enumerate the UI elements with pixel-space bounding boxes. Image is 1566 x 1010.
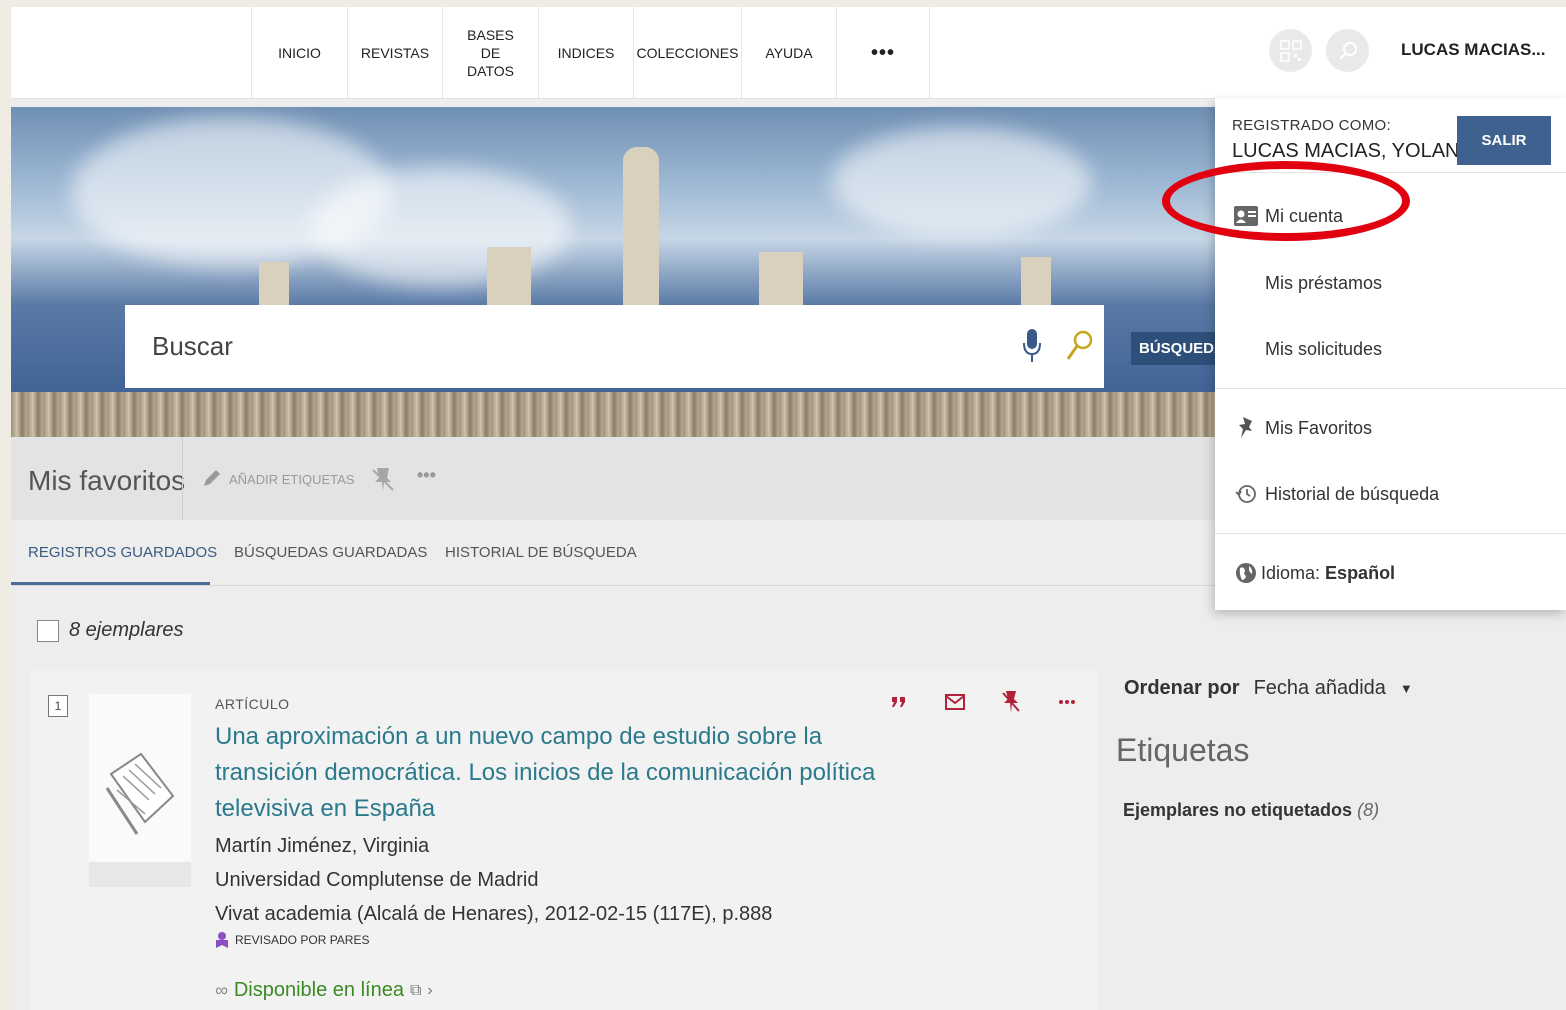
registered-user-name: LUCAS MACIAS, YOLANDA <box>1232 140 1488 162</box>
quote-icon <box>892 697 905 707</box>
menu-item-label: Mis préstamos <box>1265 272 1383 293</box>
cloud-decoration <box>311 167 571 287</box>
nav-ayuda[interactable]: AYUDA <box>741 7 836 99</box>
page-title: Mis favoritos <box>28 465 186 496</box>
logout-button[interactable]: SALIR <box>1457 116 1551 165</box>
nav-indices[interactable]: INDICES <box>538 7 633 99</box>
menu-item-label: Historial de búsqueda <box>1265 483 1440 504</box>
history-icon <box>1233 482 1259 506</box>
tags-heading: Etiquetas <box>1116 732 1250 768</box>
email-button[interactable] <box>927 687 983 717</box>
record-actions <box>871 687 1095 717</box>
sort-label: Ordenar por <box>1124 677 1240 699</box>
statue-image <box>623 147 659 317</box>
cloud-decoration <box>831 127 1091 237</box>
chevron-right-icon: › <box>427 981 433 999</box>
record-number: 1 <box>48 695 68 717</box>
results-count: 8 ejemplares <box>69 619 184 641</box>
top-navigation-bar: INICIO REVISTAS BASES DE DATOS INDICES C… <box>11 7 1566 99</box>
link-icon: ∞ <box>215 980 228 1000</box>
select-all-row: 8 ejemplares <box>37 619 184 642</box>
record-title-link[interactable]: Una aproximación a un nuevo campo de est… <box>215 719 895 827</box>
nav-revistas[interactable]: REVISTAS <box>347 7 442 99</box>
divider <box>182 437 183 520</box>
document-icon <box>105 752 175 835</box>
language-setting: Idioma: Español <box>1261 563 1395 584</box>
search-input[interactable]: Buscar <box>125 305 1104 388</box>
untagged-count: (8) <box>1357 800 1380 820</box>
nav-colecciones[interactable]: COLECCIONES <box>633 7 741 99</box>
globe-icon <box>1233 561 1259 585</box>
caret-down-icon: ▼ <box>1399 681 1413 696</box>
unpin-icon <box>1002 691 1020 713</box>
page: INICIO REVISTAS BASES DE DATOS INDICES C… <box>11 7 1566 1010</box>
untagged-filter-link[interactable]: Ejemplares no etiquetados (8) <box>1123 800 1379 821</box>
email-icon <box>945 694 965 710</box>
favorites-more-button[interactable]: ••• <box>417 465 436 486</box>
peer-reviewed-label: REVISADO POR PARES <box>235 933 370 947</box>
highlight-annotation-oval <box>1162 161 1410 241</box>
record-source: Vivat academia (Alcalá de Henares), 2012… <box>215 903 773 925</box>
sort-value: Fecha añadida <box>1253 677 1386 699</box>
nav-more-button[interactable]: ••• <box>836 7 930 99</box>
record-author: Martín Jiménez, Virginia <box>215 835 430 857</box>
record-more-button[interactable] <box>1039 687 1095 717</box>
search-placeholder: Buscar <box>152 331 233 361</box>
qr-code-icon[interactable] <box>1269 29 1312 72</box>
more-dots-icon <box>1059 700 1075 704</box>
nav-inicio[interactable]: INICIO <box>251 7 347 99</box>
menu-item-label: Mis solicitudes <box>1265 338 1383 359</box>
menu-item-my-favorites[interactable]: Mis Favoritos <box>1215 398 1566 458</box>
user-menu-button[interactable]: LUCAS MACIAS... <box>1401 40 1546 60</box>
record-publisher: Universidad Complutense de Madrid <box>215 869 539 891</box>
record-type: ARTÍCULO <box>215 696 290 712</box>
untagged-label: Ejemplares no etiquetados <box>1123 800 1353 820</box>
external-link-icon: ⧉ <box>409 981 422 999</box>
menu-item-label: Mis Favoritos <box>1265 417 1373 438</box>
microphone-icon[interactable] <box>1022 328 1042 364</box>
nav-bases-de-datos[interactable]: BASES DE DATOS <box>442 7 538 99</box>
menu-item-my-loans[interactable]: Mis préstamos <box>1215 253 1566 313</box>
select-all-checkbox[interactable] <box>37 619 59 642</box>
add-tags-label: AÑADIR ETIQUETAS <box>229 471 355 487</box>
peer-reviewed-badge: REVISADO POR PARES <box>215 931 369 949</box>
menu-item-language[interactable]: Idioma: Español <box>1215 543 1566 603</box>
result-card: 1 ARTÍCULO Una aproximación a un nuevo c… <box>31 669 1097 1010</box>
pin-icon <box>1233 416 1259 440</box>
menu-item-my-requests[interactable]: Mis solicitudes <box>1215 319 1566 379</box>
availability-link[interactable]: ∞ Disponible en línea ⧉ › <box>215 979 433 1002</box>
active-tab-indicator <box>11 582 210 585</box>
menu-divider <box>1215 533 1566 534</box>
menu-item-search-history[interactable]: Historial de búsqueda <box>1215 464 1566 524</box>
main-nav: INICIO REVISTAS BASES DE DATOS INDICES C… <box>251 7 930 99</box>
tab-saved-records[interactable]: REGISTROS GUARDADOS <box>28 544 217 561</box>
registered-as-label: REGISTRADO COMO: <box>1232 117 1391 134</box>
record-thumbnail <box>89 694 191 887</box>
cite-button[interactable] <box>871 687 927 717</box>
tab-search-history[interactable]: HISTORIAL DE BÚSQUEDA <box>445 544 637 561</box>
tab-saved-searches[interactable]: BÚSQUEDAS GUARDADAS <box>234 544 427 561</box>
add-tags-button[interactable]: AÑADIR ETIQUETAS <box>201 469 354 489</box>
menu-divider <box>1215 388 1566 389</box>
unpin-button[interactable] <box>983 687 1039 717</box>
peer-review-icon <box>216 932 228 948</box>
language-label: Idioma: <box>1261 562 1321 583</box>
search-toggle-icon[interactable] <box>1326 29 1369 72</box>
availability-label: Disponible en línea <box>233 979 404 1001</box>
sort-control[interactable]: Ordenar por Fecha añadida ▼ <box>1124 677 1413 700</box>
language-value: Español <box>1325 562 1396 583</box>
unpin-icon[interactable] <box>371 466 395 494</box>
thumbnail-shadow <box>89 862 191 887</box>
search-icon[interactable] <box>1065 329 1095 363</box>
pencil-icon <box>204 470 220 486</box>
